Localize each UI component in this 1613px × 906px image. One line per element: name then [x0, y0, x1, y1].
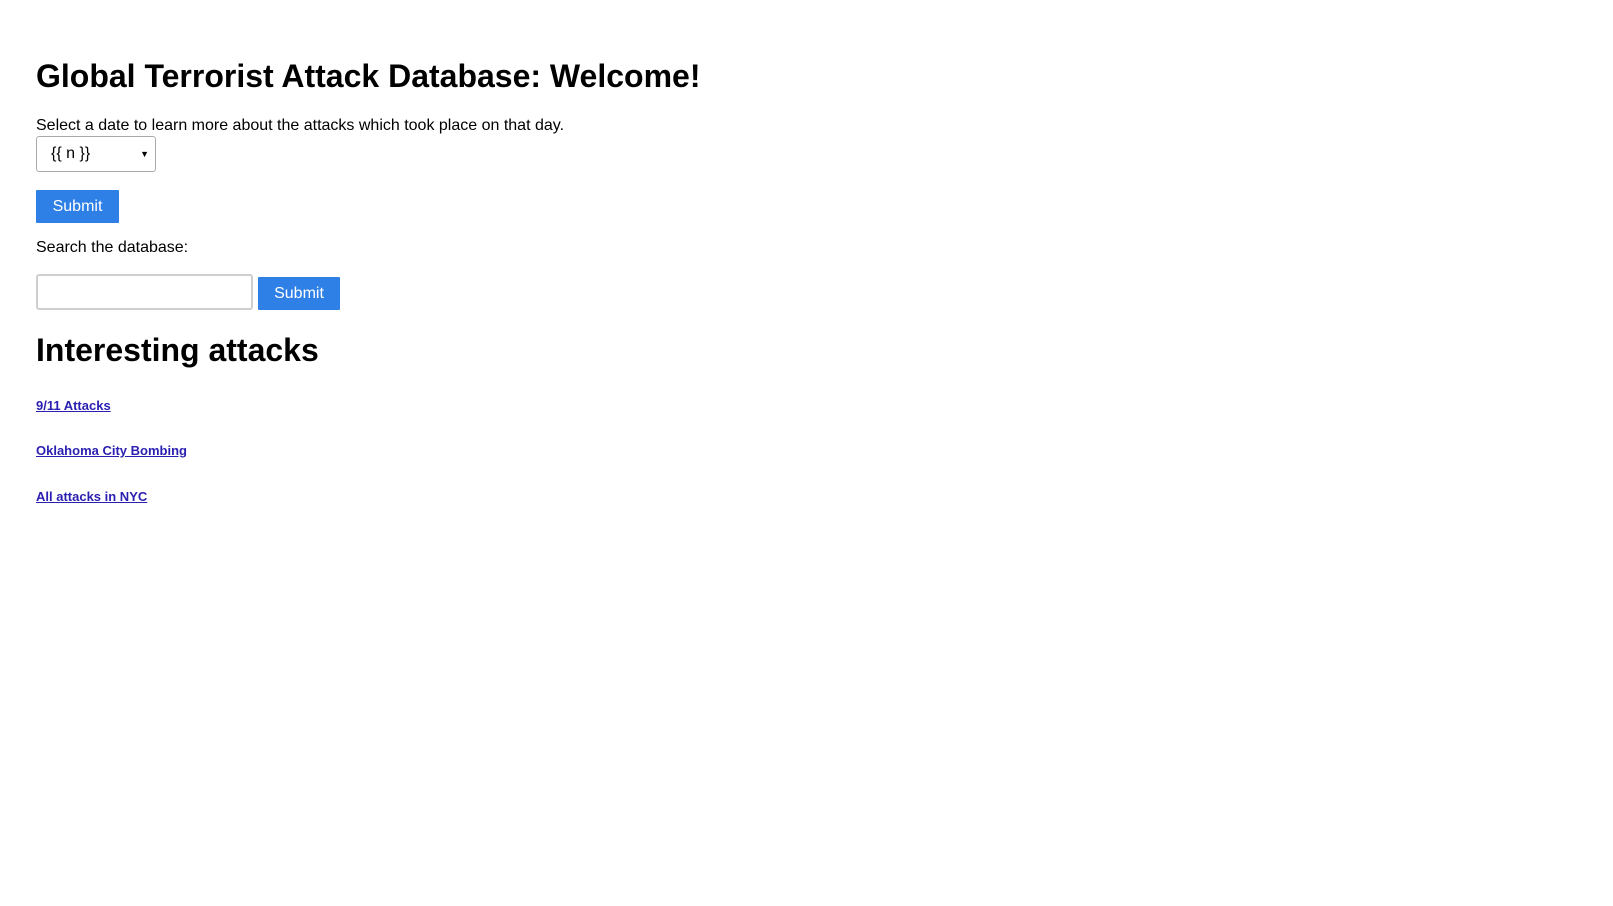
date-select[interactable]: {{ n }} ▼ [36, 136, 156, 172]
chevron-down-icon: ▼ [140, 149, 149, 159]
page-title: Global Terrorist Attack Database: Welcom… [36, 58, 701, 94]
interesting-attacks-title: Interesting attacks [36, 332, 319, 368]
date-submit-button[interactable]: Submit [36, 190, 119, 223]
search-submit-button[interactable]: Submit [258, 277, 340, 310]
date-instructions: Select a date to learn more about the at… [36, 117, 565, 134]
link-911-attacks[interactable]: 9/11 Attacks [36, 398, 111, 414]
link-all-attacks-nyc[interactable]: All attacks in NYC [36, 489, 147, 505]
date-select-value: {{ n }} [51, 145, 91, 162]
search-input[interactable] [36, 274, 253, 310]
link-oklahoma-city-bombing[interactable]: Oklahoma City Bombing [36, 443, 187, 459]
search-label: Search the database: [36, 239, 189, 256]
page: Global Terrorist Attack Database: Welcom… [36, 0, 1576, 906]
